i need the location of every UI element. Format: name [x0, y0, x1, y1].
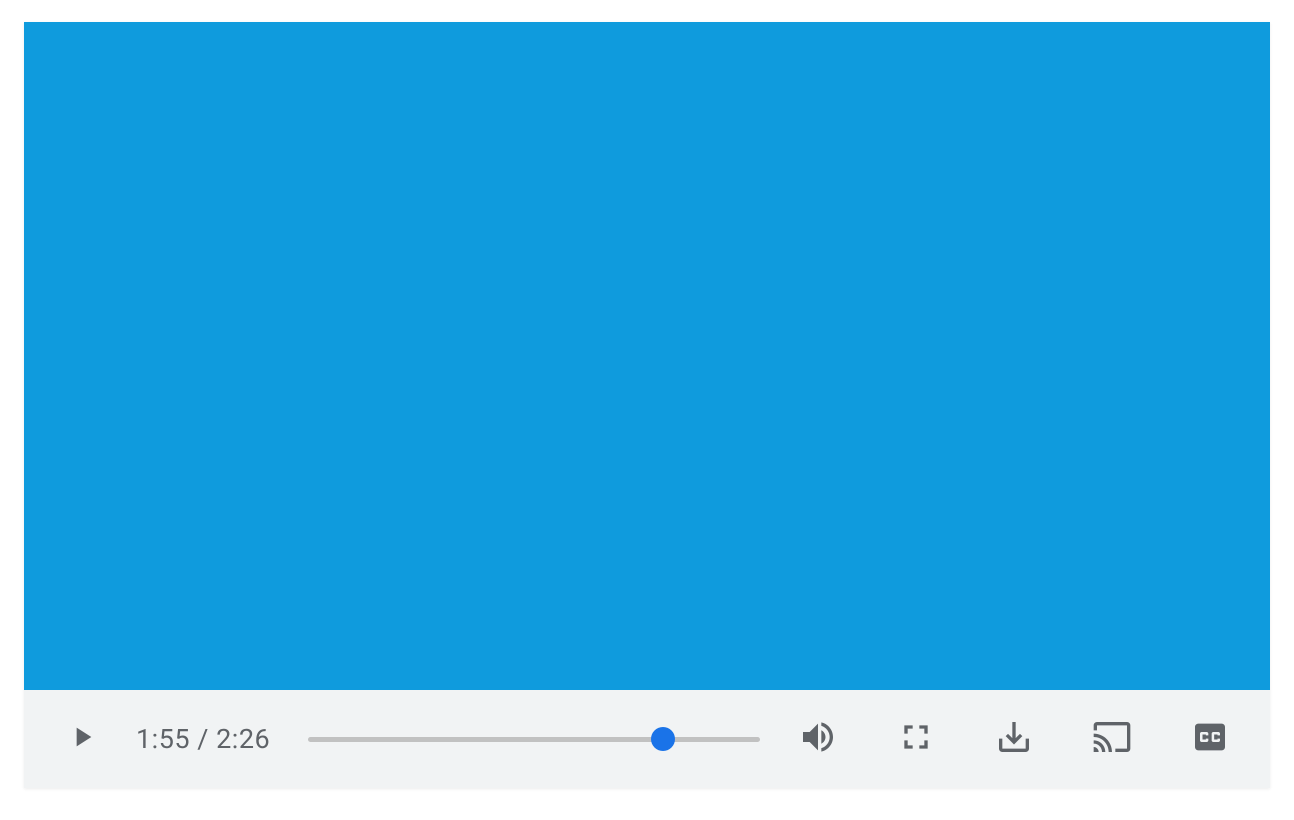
time-separator: / [190, 723, 216, 755]
current-time: 1:55 [136, 723, 190, 755]
captions-icon [1190, 717, 1230, 761]
time-display: 1:55 / 2:26 [136, 723, 270, 755]
cast-button[interactable] [1092, 717, 1132, 761]
download-button[interactable] [994, 717, 1034, 761]
duration: 2:26 [216, 723, 270, 755]
controls-bar: 1:55 / 2:26 [24, 690, 1270, 788]
play-icon [66, 721, 98, 757]
captions-button[interactable] [1190, 717, 1230, 761]
progress-slider[interactable] [308, 727, 760, 751]
play-button[interactable] [58, 715, 106, 763]
download-icon [994, 717, 1034, 761]
progress-track [308, 737, 760, 742]
video-player: 1:55 / 2:26 [24, 22, 1270, 788]
video-viewport[interactable] [24, 22, 1270, 690]
progress-thumb[interactable] [651, 727, 675, 751]
volume-icon [798, 717, 838, 761]
volume-button[interactable] [798, 717, 838, 761]
cast-icon [1092, 717, 1132, 761]
right-controls [798, 717, 1230, 761]
fullscreen-button[interactable] [896, 717, 936, 761]
fullscreen-icon [896, 717, 936, 761]
